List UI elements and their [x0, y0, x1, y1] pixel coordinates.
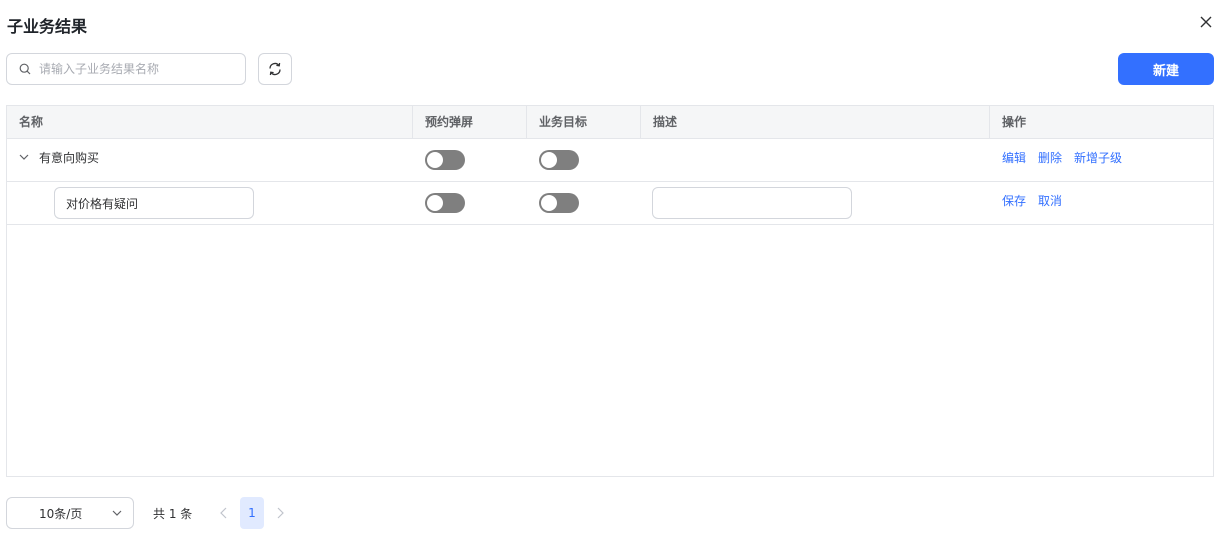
delete-link[interactable]: 删除 — [1038, 149, 1062, 166]
name-cell: 有意向购买 — [18, 136, 99, 178]
appointment-popup-cell — [425, 139, 465, 181]
business-goal-toggle[interactable] — [539, 150, 579, 170]
page-size-select[interactable]: 10条/页 — [6, 497, 134, 529]
table-row: 有意向购买 编辑 删除 新增子级 — [7, 139, 1213, 182]
chevron-left-icon[interactable] — [216, 505, 232, 521]
actions-cell: 保存 取消 — [1002, 179, 1074, 221]
business-goal-cell — [539, 182, 579, 224]
table-header: 名称 预约弹屏 业务目标 描述 操作 — [7, 106, 1213, 139]
dialog-title: 子业务结果 — [7, 17, 88, 36]
column-header-appointment-popup: 预约弹屏 — [412, 106, 526, 138]
search-icon — [19, 63, 31, 75]
appointment-popup-toggle[interactable] — [425, 150, 465, 170]
business-goal-cell — [539, 139, 579, 181]
chevron-down-icon[interactable] — [18, 151, 30, 163]
description-cell — [652, 182, 852, 224]
search-input[interactable] — [39, 62, 229, 76]
search-box[interactable] — [6, 53, 246, 85]
column-header-business-goal: 业务目标 — [526, 106, 640, 138]
chevron-right-icon[interactable] — [272, 505, 288, 521]
appointment-popup-cell — [425, 182, 465, 224]
pagination-total: 共 1 条 — [153, 507, 193, 521]
name-cell — [54, 182, 254, 224]
results-table: 名称 预约弹屏 业务目标 描述 操作 有意向购买 编辑 删除 新增子级 对价格有… — [6, 105, 1214, 477]
appointment-popup-toggle[interactable] — [425, 193, 465, 213]
add-child-link[interactable]: 新增子级 — [1074, 149, 1122, 166]
save-link[interactable]: 保存 — [1002, 192, 1026, 209]
close-icon[interactable] — [1196, 12, 1216, 32]
edit-link[interactable]: 编辑 — [1002, 149, 1026, 166]
refresh-button[interactable] — [258, 53, 292, 85]
actions-cell: 编辑 删除 新增子级 — [1002, 136, 1134, 178]
chevron-down-icon — [112, 510, 122, 516]
table-row-editing: 保存 取消 — [7, 182, 1213, 225]
cancel-link[interactable]: 取消 — [1038, 192, 1062, 209]
description-input[interactable] — [652, 187, 852, 219]
name-input[interactable] — [54, 187, 254, 219]
refresh-icon — [269, 62, 281, 76]
business-goal-toggle[interactable] — [539, 193, 579, 213]
column-header-name: 名称 — [19, 115, 44, 129]
row-name: 有意向购买 — [39, 150, 100, 165]
column-header-actions: 操作 — [989, 106, 1213, 138]
new-button[interactable]: 新建 — [1118, 53, 1214, 85]
column-header-description: 描述 — [640, 106, 989, 138]
pagination-page[interactable]: 1 — [240, 497, 264, 529]
page-size-value: 10条/页 — [39, 506, 83, 521]
